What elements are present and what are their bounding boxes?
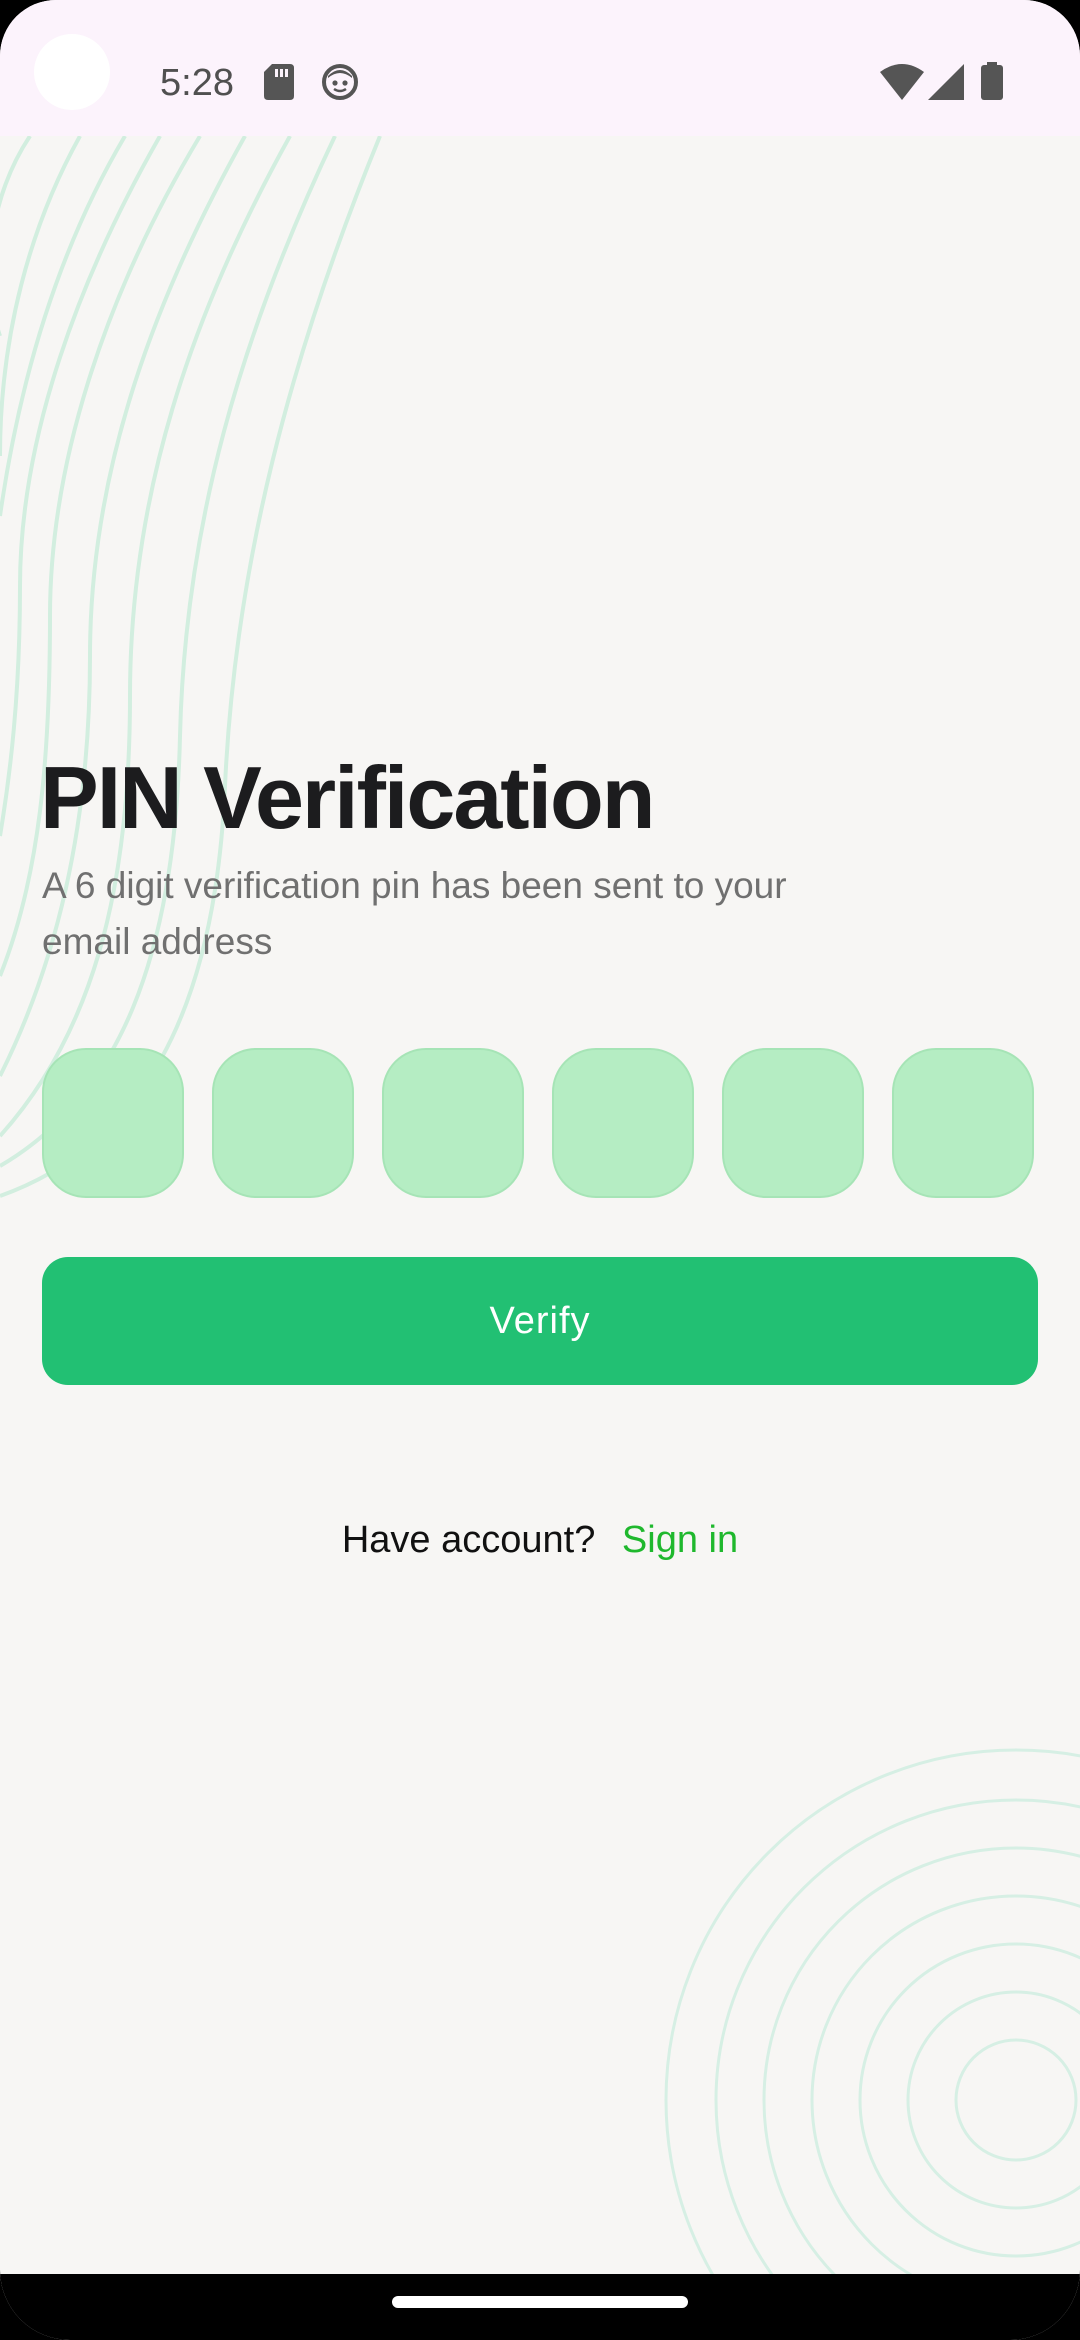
pin-digit-3[interactable] [382, 1048, 524, 1198]
verify-button[interactable]: Verify [42, 1257, 1038, 1385]
decorative-circles-bottom [664, 1748, 1080, 2274]
home-gesture-handle[interactable] [392, 2296, 688, 2308]
have-account-text: Have account? [341, 1519, 596, 1561]
navigation-bar [0, 2274, 1080, 2340]
battery-icon [981, 62, 1003, 100]
face-icon [322, 64, 358, 100]
signin-prompt: Have account? Sign in [0, 1512, 1080, 1568]
sign-in-link[interactable]: Sign in [622, 1519, 738, 1561]
pin-digit-6[interactable] [892, 1048, 1034, 1198]
app-screen: 5:28 PIN Verification A 6 digit verifica… [0, 0, 1080, 2340]
pin-digit-1[interactable] [42, 1048, 184, 1198]
page-title: PIN Verification [40, 748, 656, 847]
signal-icon [928, 64, 964, 100]
status-bar: 5:28 [0, 0, 1080, 136]
wifi-icon [880, 64, 924, 100]
pin-digit-4[interactable] [552, 1048, 694, 1198]
pin-digit-5[interactable] [722, 1048, 864, 1198]
status-time: 5:28 [160, 62, 234, 104]
decorative-lines-top [0, 136, 382, 1198]
pin-input-row [42, 1048, 1040, 1200]
sd-card-icon [264, 64, 294, 100]
pin-digit-2[interactable] [212, 1048, 354, 1198]
camera-cutout [34, 34, 110, 110]
page-subtitle: A 6 digit verification pin has been sent… [42, 865, 787, 962]
